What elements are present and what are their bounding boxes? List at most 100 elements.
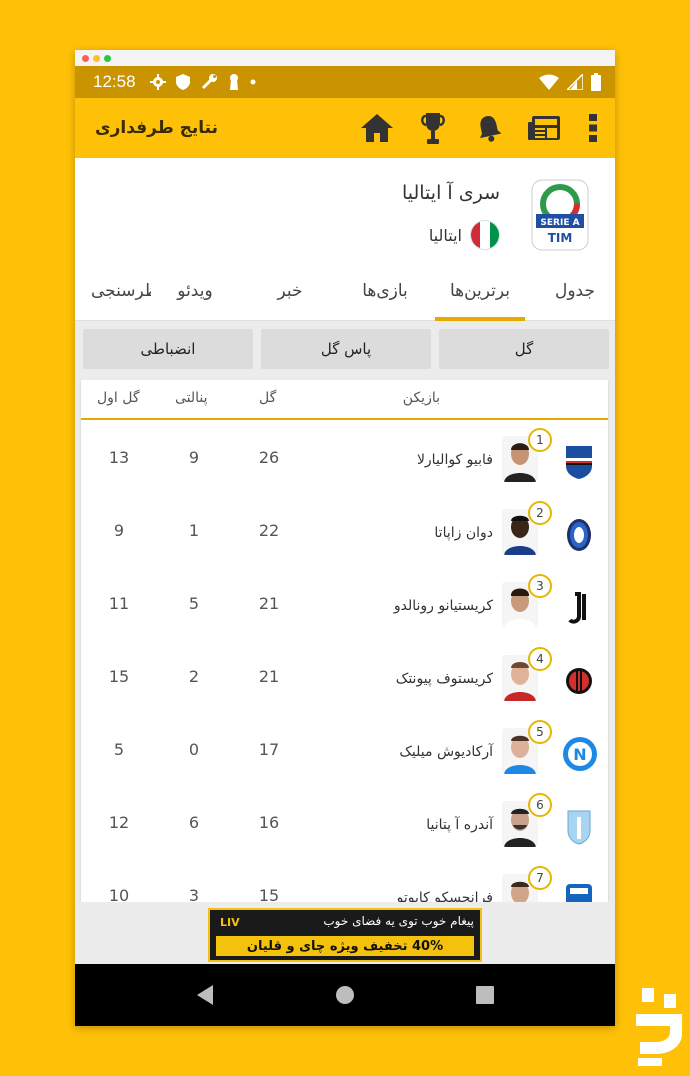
table-row[interactable]: 1 فابیو کوالیارلا 26 9 13 — [81, 422, 608, 495]
notification-dot-icon — [250, 79, 256, 85]
player-name: آرکادیوش میلیک — [399, 744, 493, 760]
stat-segments: گل پاس گل انضباطی — [81, 329, 609, 369]
penalty-cell: 9 — [188, 448, 200, 467]
news-button[interactable] — [527, 110, 563, 146]
shield-icon — [175, 74, 190, 90]
close-dot[interactable] — [82, 54, 89, 62]
wrench-icon — [201, 74, 217, 90]
tab-news[interactable]: خبر — [245, 261, 335, 321]
home-circle-icon[interactable] — [335, 985, 355, 1005]
goals-cell: 26 — [258, 448, 280, 467]
recents-icon[interactable] — [475, 985, 495, 1005]
atalanta-crest-icon — [567, 519, 591, 551]
home-button[interactable] — [359, 110, 395, 146]
penalty-cell: 1 — [188, 521, 200, 540]
table-row[interactable]: 3 کریستیانو رونالدو 21 5 11 — [81, 568, 608, 641]
table-row[interactable]: 6 آندره آ پتانیا 16 6 12 — [81, 787, 608, 860]
ad-banner[interactable]: LIV پیغام خوب توی یه فضای خوب 40% تخفیف … — [208, 908, 482, 962]
player-name: فرانچسکو کاپوتو — [396, 890, 493, 902]
player-name: آندره آ پتانیا — [426, 817, 493, 833]
table-row[interactable]: 2 دوان زاپاتا 22 1 9 — [81, 495, 608, 568]
store-logo-icon — [636, 988, 682, 1066]
rank-badge: 5 — [528, 720, 552, 744]
bell-icon — [479, 116, 502, 142]
rank-badge: 1 — [528, 428, 552, 452]
first-goal-cell: 13 — [108, 448, 130, 467]
signal-icon — [567, 74, 583, 90]
penalty-cell: 0 — [188, 740, 200, 759]
milan-crest-icon — [566, 668, 592, 694]
juventus-crest-icon — [564, 590, 594, 626]
rank-badge: 3 — [528, 574, 552, 598]
home-icon — [361, 114, 393, 142]
more-vertical-icon — [589, 114, 597, 142]
header-goals: گل — [259, 390, 277, 406]
league-name: سری آ ایتالیا — [401, 182, 500, 204]
italy-flag-icon — [470, 220, 500, 250]
rank-badge: 7 — [528, 866, 552, 890]
keyhole-icon — [229, 74, 238, 90]
trophy-button[interactable] — [415, 110, 451, 146]
table-row[interactable]: 7 فرانچسکو کاپوتو 15 3 10 — [81, 860, 608, 902]
penalty-cell: 5 — [188, 594, 200, 613]
ad-area: LIV پیغام خوب توی یه فضای خوب 40% تخفیف … — [75, 902, 615, 964]
battery-icon — [591, 73, 601, 91]
header-first-goal: گل اول — [97, 390, 140, 406]
notifications-button[interactable] — [471, 110, 507, 146]
goals-cell: 15 — [258, 886, 280, 902]
gear-icon — [149, 74, 166, 90]
tab-table[interactable]: جدول — [535, 261, 615, 321]
segment-assists[interactable]: پاس گل — [261, 329, 431, 369]
system-nav-bar — [75, 964, 615, 1026]
tab-label: برترین‌ها — [449, 281, 511, 301]
spal-crest-icon — [567, 810, 591, 845]
player-name: کریستیانو رونالدو — [393, 598, 493, 614]
first-goal-cell: 9 — [113, 521, 125, 540]
league-logo-text: SERIE A — [540, 218, 579, 228]
ad-brand: LIV — [220, 916, 240, 929]
league-header: SERIE A TIM سری آ ایتالیا ایتالیا — [75, 158, 615, 261]
app-title: نتایج طرفداری — [95, 118, 218, 138]
wifi-icon — [539, 74, 559, 90]
svg-text:N: N — [573, 745, 586, 764]
league-sponsor-text: TIM — [548, 231, 573, 245]
goals-cell: 16 — [258, 813, 280, 832]
segment-goals[interactable]: گل — [439, 329, 609, 369]
table-header: بازیکن گل پنالتی گل اول — [81, 380, 608, 420]
status-bar: 12:58 — [75, 66, 615, 98]
penalty-cell: 2 — [188, 667, 200, 686]
segment-discipline[interactable]: انضباطی — [83, 329, 253, 369]
trophy-icon — [421, 113, 445, 144]
goals-cell: 22 — [258, 521, 280, 540]
napoli-crest-icon: N — [563, 737, 597, 771]
ad-headline: پیغام خوب توی یه فضای خوب — [323, 914, 474, 928]
first-goal-cell: 10 — [108, 886, 130, 902]
first-goal-cell: 12 — [108, 813, 130, 832]
tab-video[interactable]: ویدئو — [150, 261, 240, 321]
back-icon[interactable] — [195, 984, 215, 1006]
table-row[interactable]: 4 کریستوف پیونتک 21 2 15 — [81, 641, 608, 714]
table-row[interactable]: N 5 آرکادیوش میلیک 17 0 5 — [81, 714, 608, 787]
rank-badge: 4 — [528, 647, 552, 671]
tab-label: جدول — [555, 281, 595, 301]
tab-label: خبر — [277, 281, 303, 301]
player-name: دوان زاپاتا — [434, 525, 493, 541]
segment-label: گل — [514, 340, 534, 358]
window-controls — [75, 50, 615, 66]
app-bar: نتایج طرفداری — [75, 98, 615, 158]
header-player: بازیکن — [402, 390, 440, 406]
minimize-dot[interactable] — [93, 54, 100, 62]
maximize-dot[interactable] — [104, 54, 111, 62]
overflow-menu-button[interactable] — [583, 110, 603, 146]
tab-label: ویدئو — [177, 281, 213, 301]
app-window: 12:58 نتایج طرفداری SERIE A TIM سری آ ای… — [75, 50, 615, 1026]
tab-polls[interactable]: نظرسنجی — [91, 261, 151, 321]
tab-bar: جدول برترین‌ها بازی‌ها خبر ویدئو نظرسنجی — [75, 261, 615, 321]
penalty-cell: 3 — [188, 886, 200, 902]
player-name: کریستوف پیونتک — [395, 671, 493, 687]
tab-matches[interactable]: بازی‌ها — [345, 261, 425, 321]
tab-top-players[interactable]: برترین‌ها — [435, 261, 525, 321]
status-time: 12:58 — [93, 72, 136, 91]
newspaper-icon — [528, 116, 560, 140]
player-name: فابیو کوالیارلا — [416, 452, 493, 468]
